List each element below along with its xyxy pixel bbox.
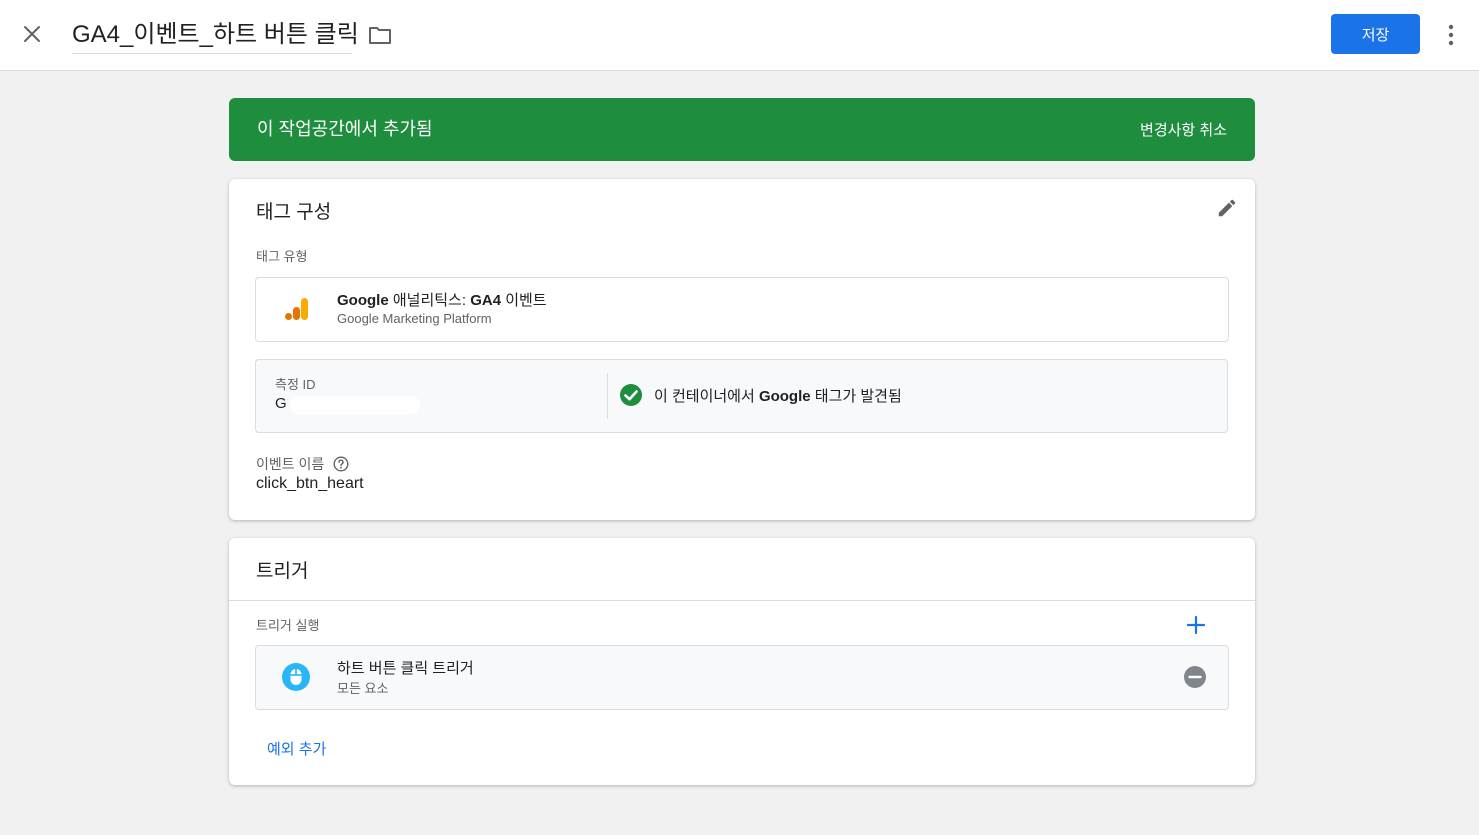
firing-triggers-label: 트리거 실행 <box>256 618 320 633</box>
mouse-icon <box>282 663 310 691</box>
measurement-id-label: 측정 ID <box>275 377 316 392</box>
event-name-value: click_btn_heart <box>256 475 364 492</box>
trigger-subtitle: 모든 요소 <box>337 681 389 696</box>
folder-button[interactable] <box>366 22 394 48</box>
tag-name-text: GA4_이벤트_하트 버튼 클릭 <box>72 21 359 48</box>
measurement-id-value: G <box>275 395 287 412</box>
tag-type-name: Google 애널리틱스: GA4 이벤트 <box>337 292 547 309</box>
event-name-label: 이벤트 이름 <box>256 456 325 472</box>
remove-trigger-button[interactable] <box>1183 665 1207 689</box>
google-tag-found-status: 이 컨테이너에서 Google 태그가 발견됨 <box>654 388 902 405</box>
add-trigger-button[interactable] <box>1183 612 1209 638</box>
more-vert-icon <box>1448 24 1454 46</box>
more-options-button[interactable] <box>1438 20 1464 50</box>
trigger-title: 트리거 <box>256 561 309 582</box>
pencil-icon <box>1218 199 1236 217</box>
help-icon[interactable] <box>333 456 349 472</box>
check-circle-icon <box>620 384 642 406</box>
undo-changes-link[interactable]: 변경사항 취소 <box>1140 119 1227 140</box>
plus-icon <box>1187 616 1205 634</box>
trigger-divider <box>229 600 1255 601</box>
google-analytics-icon <box>285 298 308 320</box>
banner-text: 이 작업공간에서 추가됨 <box>257 119 433 139</box>
remove-circle-icon <box>1184 666 1206 688</box>
folder-icon <box>369 27 391 44</box>
tag-configuration-card: 태그 구성 태그 유형 Google 애널리틱스: GA4 이벤트 Google… <box>229 179 1255 520</box>
measurement-divider <box>607 373 608 419</box>
tag-type-platform: Google Marketing Platform <box>337 311 492 326</box>
trigger-item[interactable]: 하트 버튼 클릭 트리거 모든 요소 <box>255 645 1229 710</box>
event-name-label-row: 이벤트 이름 <box>256 454 349 474</box>
top-bar: GA4_이벤트_하트 버튼 클릭 저장 <box>0 0 1479 71</box>
tag-type-box[interactable]: Google 애널리틱스: GA4 이벤트 Google Marketing P… <box>255 277 1229 342</box>
save-button[interactable]: 저장 <box>1331 14 1420 54</box>
workspace-status-banner: 이 작업공간에서 추가됨 변경사항 취소 <box>229 98 1255 161</box>
edit-tag-button[interactable] <box>1214 195 1240 221</box>
measurement-id-box: 측정 ID G 이 컨테이너에서 Google 태그가 발견됨 <box>255 359 1228 433</box>
redacted-area <box>290 396 420 414</box>
close-button[interactable] <box>18 20 46 48</box>
close-icon <box>24 26 40 42</box>
add-exception-link[interactable]: 예외 추가 <box>267 738 326 759</box>
trigger-name: 하트 버튼 클릭 트리거 <box>337 660 474 677</box>
tag-name-field[interactable]: GA4_이벤트_하트 버튼 클릭 <box>72 18 359 54</box>
trigger-card: 트리거 트리거 실행 하트 버튼 클릭 트리거 모든 요소 예외 추가 <box>229 538 1255 785</box>
tag-type-label: 태그 유형 <box>256 249 308 264</box>
tag-configuration-title: 태그 구성 <box>256 202 332 223</box>
